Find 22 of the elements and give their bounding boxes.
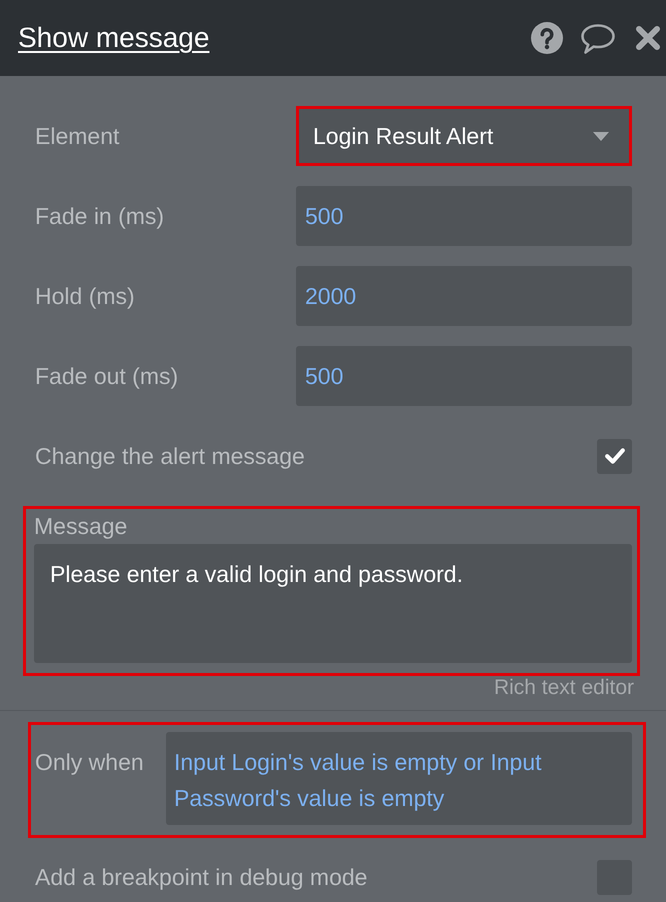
dialog-title[interactable]: Show message — [18, 22, 210, 54]
field-label: Fade out (ms) — [35, 362, 180, 390]
field-label: Fade in (ms) — [35, 202, 166, 230]
field-label: Only when — [35, 748, 145, 777]
field-label: Hold (ms) — [35, 282, 136, 310]
field-label: Add a breakpoint in debug mode — [35, 864, 368, 890]
rich-text-editor-link[interactable]: Rich text editor — [494, 676, 634, 700]
field-label: Message — [34, 512, 128, 541]
close-icon[interactable] — [636, 26, 660, 50]
help-icon[interactable] — [531, 22, 563, 54]
number-field[interactable]: 500 — [296, 186, 632, 246]
field-label: Change the alert message — [35, 442, 306, 470]
message-field[interactable]: Please enter a valid login and password. — [34, 544, 632, 663]
number-field[interactable]: 500 — [296, 346, 632, 406]
checkbox[interactable] — [597, 438, 632, 474]
checkmark-icon — [604, 448, 624, 464]
comment-icon[interactable] — [581, 24, 615, 54]
condition-field[interactable]: Input Login's value is empty or Input Password's value is empty — [166, 732, 632, 825]
field-label: Element — [35, 122, 120, 150]
dropdown[interactable]: Login Result Alert — [296, 106, 632, 166]
number-field[interactable]: 2000 — [296, 266, 632, 326]
caret-icon — [593, 132, 609, 140]
